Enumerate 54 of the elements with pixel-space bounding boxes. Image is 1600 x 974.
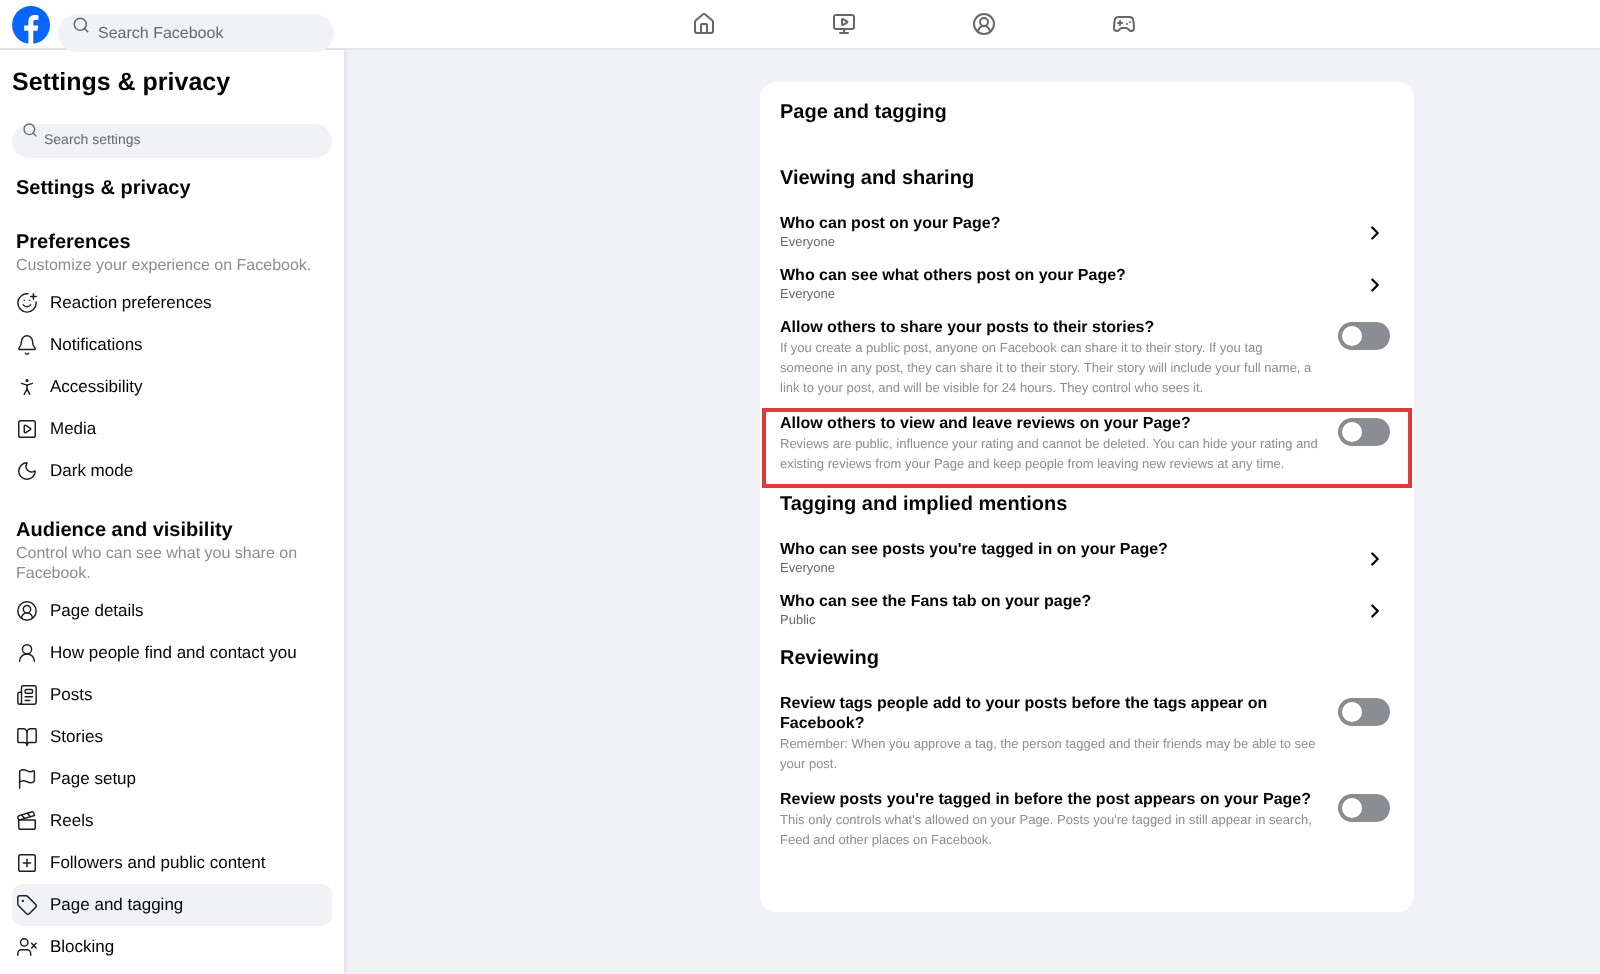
- sidebar-item[interactable]: Dark mode: [12, 450, 332, 492]
- posts-icon: [16, 684, 38, 706]
- sidebar-item[interactable]: Media: [12, 408, 332, 450]
- search-icon: [72, 15, 90, 33]
- logo-icon[interactable]: [12, 5, 50, 43]
- book-icon: [16, 726, 38, 748]
- section-heading: Settings & privacy: [16, 176, 193, 204]
- toggle-switch[interactable]: [1338, 418, 1390, 446]
- toggle-switch[interactable]: [1338, 698, 1390, 726]
- user-icon: [16, 600, 38, 622]
- person-icon: [16, 642, 38, 664]
- sidebar-item[interactable]: Blocking: [12, 926, 332, 968]
- media-icon: [16, 418, 38, 440]
- setting-title: Who can see the Fans tab on your page?: [780, 592, 1094, 612]
- bell-icon: [16, 334, 38, 356]
- setting-title: Review tags people add to your posts before the tags appear on Facebook?: [780, 694, 1270, 734]
- flag-icon: [16, 768, 38, 790]
- accessibility-icon: [16, 376, 38, 398]
- moon-icon: [16, 460, 38, 482]
- sidebar-item[interactable]: How people find and contact you: [12, 632, 332, 674]
- sidebar-item[interactable]: Page and tagging: [12, 884, 332, 926]
- sidebar-item[interactable]: Page details: [12, 590, 332, 632]
- sidebar-item[interactable]: Notifications: [12, 324, 332, 366]
- group-subtitle: Control who can see what you share on Facebook.: [16, 544, 300, 584]
- tag-icon: [16, 894, 38, 916]
- search-field[interactable]: Search Facebook: [58, 13, 334, 51]
- setting-title: Allow others to share your posts to their stories?: [780, 318, 1157, 338]
- setting-title: Who can see what others post on your Page?: [780, 266, 1128, 286]
- setting-title: Who can see posts you're tagged in on your Page?: [780, 540, 1170, 560]
- setting-title: Who can post on your Page?: [780, 214, 1003, 234]
- setting-title: Review posts you're tagged in before the post appears on your Page?: [780, 790, 1314, 810]
- sidebar-title: Settings & privacy: [12, 66, 233, 98]
- sidebar-item[interactable]: Reaction preferences: [12, 282, 332, 324]
- plus-icon: [16, 852, 38, 874]
- section-heading: Reviewing: [780, 646, 881, 674]
- toggle-switch[interactable]: [1338, 794, 1390, 822]
- search-icon: [22, 121, 38, 137]
- sidebar-item[interactable]: Posts: [12, 674, 332, 716]
- toggle-switch[interactable]: [1338, 322, 1390, 350]
- section-heading: Viewing and sharing: [780, 166, 977, 194]
- group-title: Preferences: [16, 232, 133, 256]
- sidebar-item[interactable]: Stories: [12, 716, 332, 758]
- sidebar-item[interactable]: Accessibility: [12, 366, 332, 408]
- sidebar-item[interactable]: Page setup: [12, 758, 332, 800]
- card-title: Page and tagging: [780, 100, 949, 128]
- block-user-icon: [16, 936, 38, 958]
- group-subtitle: Customize your experience on Facebook.: [16, 256, 314, 276]
- sidebar-item[interactable]: Reels: [12, 800, 332, 842]
- reels-icon: [16, 810, 38, 832]
- setting-title: Allow others to view and leave reviews on your Page?: [780, 414, 1193, 434]
- section-heading: Tagging and implied mentions: [780, 492, 1070, 520]
- sidebar-item[interactable]: Followers and public content: [12, 842, 332, 884]
- group-title: Audience and visibility: [16, 520, 235, 544]
- reaction-icon: [16, 292, 38, 314]
